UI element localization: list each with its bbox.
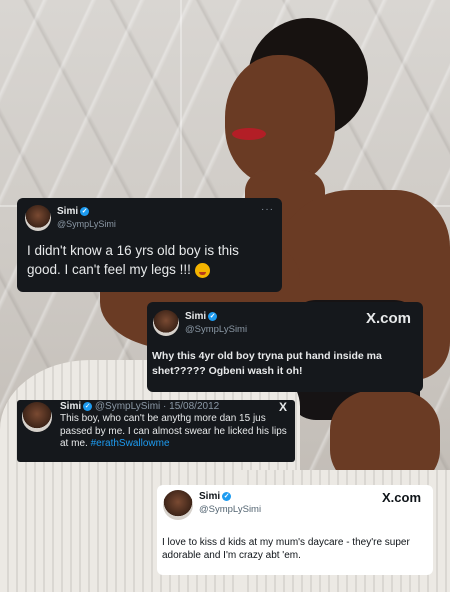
subject-face (225, 55, 335, 185)
x-logo-brand: X.com (365, 310, 411, 327)
tweet-handle: @SympLySimi (57, 219, 116, 229)
tweet-text: I didn't know a 16 yrs old boy is this g… (27, 243, 239, 278)
x-logo-brand: X.com (381, 490, 421, 505)
x-logo-icon: X (278, 400, 287, 414)
tweet-card[interactable]: Simi ✓ @SympLySimi ··· I didn't know a 16… (17, 198, 282, 292)
verified-badge-icon: ✓ (80, 206, 90, 216)
verified-badge-icon: ✓ (222, 491, 232, 501)
tweet-handle: @SympLySimi (199, 504, 262, 515)
avatar (22, 402, 52, 432)
tweet-author: Simi ✓ (199, 491, 232, 502)
tweet-card[interactable]: Simi ✓ @SympLySimi X.com Why this 4yr old… (147, 302, 423, 392)
hashtag-link[interactable]: #erathSwallowme (91, 438, 170, 449)
tweet-header: Simi ✓ @SympLySimi · 15/08/2012 (60, 401, 219, 412)
avatar (163, 490, 193, 520)
tweet-date: · 15/08/2012 (163, 401, 220, 412)
tweet-author: Simi (60, 401, 82, 412)
tweet-author: Simi ✓ (185, 311, 218, 322)
tweet-handle: @SympLySimi (94, 401, 161, 412)
tweet-handle: @SympLySimi (185, 324, 248, 335)
more-options-icon[interactable]: ··· (261, 204, 274, 215)
blushing-face-emoji-icon (194, 262, 210, 278)
tweet-text: Why this 4yr old boy tryna put hand insi… (152, 350, 382, 377)
tweet-text: I love to kiss d kids at my mum's daycar… (162, 537, 410, 561)
tweet-card[interactable]: Simi ✓ @SympLySimi X.com I love to kiss d… (157, 485, 433, 575)
avatar (153, 310, 179, 336)
tweet-author: Simi ✓ (57, 206, 90, 217)
verified-badge-icon: ✓ (83, 401, 93, 411)
tweet-card[interactable]: Simi ✓ @SympLySimi · 15/08/2012 X This bo… (17, 400, 295, 462)
subject-lips (232, 128, 266, 140)
avatar (25, 205, 51, 231)
tweet-text: This boy, who can't be anythg more dan 1… (60, 413, 287, 449)
verified-badge-icon: ✓ (208, 311, 218, 321)
